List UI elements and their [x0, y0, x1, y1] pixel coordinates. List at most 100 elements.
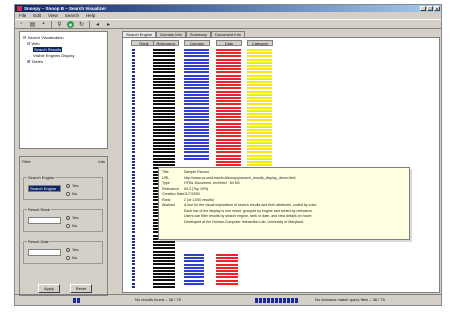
result-bar[interactable] — [153, 266, 175, 269]
engine-field[interactable]: Search Engine — [28, 185, 61, 192]
radio-yes[interactable]: Yes — [66, 215, 79, 220]
result-bar[interactable] — [132, 225, 135, 227]
result-bar[interactable] — [153, 55, 175, 58]
back-icon[interactable]: ◂ — [94, 21, 101, 28]
result-bar[interactable] — [132, 109, 135, 112]
menu-help[interactable]: Help — [86, 12, 95, 19]
result-bar[interactable] — [153, 52, 175, 55]
result-bar[interactable] — [184, 282, 204, 285]
result-bar[interactable] — [132, 266, 135, 269]
result-bar[interactable] — [216, 257, 238, 260]
result-bar[interactable] — [184, 141, 209, 144]
result-bar[interactable] — [247, 141, 272, 144]
result-bar[interactable] — [216, 103, 241, 106]
result-bar[interactable] — [184, 148, 209, 151]
forward-icon[interactable]: ▸ — [105, 21, 112, 28]
result-bar[interactable] — [153, 285, 175, 288]
result-bar[interactable] — [247, 71, 272, 74]
result-bar[interactable] — [216, 263, 238, 266]
result-bar[interactable] — [216, 100, 241, 103]
result-bar[interactable] — [216, 87, 241, 90]
open-icon[interactable]: ▤ — [29, 21, 36, 28]
result-bar[interactable] — [132, 87, 135, 90]
result-bar[interactable] — [216, 125, 241, 128]
result-bar[interactable] — [216, 135, 241, 138]
result-bar[interactable] — [247, 90, 272, 93]
result-bar[interactable] — [184, 71, 209, 74]
result-bar[interactable] — [153, 148, 175, 151]
result-bar[interactable] — [153, 122, 175, 125]
menu-edit[interactable]: Edit — [33, 12, 41, 19]
result-bar[interactable] — [132, 273, 135, 275]
minimize-button[interactable]: _ — [420, 6, 426, 11]
result-bar[interactable] — [184, 55, 209, 58]
result-bar[interactable] — [247, 161, 272, 163]
result-bar[interactable] — [153, 260, 175, 263]
result-bar[interactable] — [216, 164, 241, 167]
result-bar[interactable] — [153, 100, 175, 103]
result-bar[interactable] — [153, 244, 175, 247]
result-bar[interactable] — [153, 241, 175, 243]
result-bar[interactable] — [216, 154, 241, 157]
col-header-category[interactable]: Category — [247, 40, 273, 46]
result-bar[interactable] — [247, 138, 272, 141]
result-bar[interactable] — [153, 282, 175, 285]
menu-file[interactable]: File — [19, 12, 26, 19]
result-bar[interactable] — [132, 161, 135, 163]
menu-view[interactable]: View — [48, 12, 58, 19]
result-bar[interactable] — [216, 122, 241, 125]
result-bar[interactable] — [132, 49, 135, 51]
col-header-date[interactable]: Date — [216, 40, 242, 46]
result-bar[interactable] — [132, 122, 135, 125]
result-bar[interactable] — [184, 106, 209, 109]
result-bar[interactable] — [132, 93, 135, 96]
result-bar[interactable] — [216, 273, 238, 276]
new-icon[interactable]: ▫ — [18, 21, 25, 28]
result-bar[interactable] — [184, 52, 209, 55]
result-bar[interactable] — [216, 65, 241, 67]
result-bar[interactable] — [132, 221, 135, 224]
result-bar[interactable] — [132, 276, 135, 279]
result-bar[interactable] — [132, 234, 135, 237]
result-bar[interactable] — [247, 87, 272, 90]
save-icon[interactable]: ▪ — [40, 21, 47, 28]
result-bar[interactable] — [153, 61, 175, 64]
result-bar[interactable] — [132, 247, 135, 250]
result-bar[interactable] — [132, 250, 135, 253]
result-bar[interactable] — [184, 132, 209, 135]
result-bar[interactable] — [153, 97, 175, 99]
result-bar[interactable] — [132, 106, 135, 109]
result-bar[interactable] — [132, 157, 135, 160]
result-bar[interactable] — [216, 148, 241, 151]
result-bar[interactable] — [216, 270, 238, 272]
result-bar[interactable] — [153, 116, 175, 119]
result-bar[interactable] — [247, 119, 272, 122]
result-bar[interactable] — [184, 135, 209, 138]
result-bar[interactable] — [153, 90, 175, 93]
result-bar[interactable] — [132, 205, 135, 208]
result-bar[interactable] — [247, 145, 272, 147]
result-bar[interactable] — [216, 55, 241, 58]
result-bar[interactable] — [184, 151, 209, 154]
result-bar[interactable] — [216, 68, 241, 71]
result-bar[interactable] — [184, 157, 209, 160]
result-bar[interactable] — [153, 250, 175, 253]
result-bar[interactable] — [247, 129, 272, 131]
result-bar[interactable] — [132, 135, 135, 138]
result-bar[interactable] — [153, 113, 175, 115]
result-bar[interactable] — [132, 228, 135, 231]
result-bar[interactable] — [153, 161, 175, 163]
result-bar[interactable] — [247, 135, 272, 138]
result-bar[interactable] — [132, 55, 135, 58]
result-bar[interactable] — [132, 52, 135, 55]
result-bar[interactable] — [132, 97, 135, 99]
result-bar[interactable] — [153, 154, 175, 157]
result-bar[interactable] — [132, 71, 135, 74]
result-bar[interactable] — [247, 52, 272, 55]
col-header-relevance[interactable]: Relevance — [153, 40, 179, 46]
result-bar[interactable] — [216, 106, 241, 109]
result-bar[interactable] — [132, 103, 135, 106]
result-bar[interactable] — [153, 77, 175, 80]
result-bar[interactable] — [132, 58, 135, 61]
result-bar[interactable] — [153, 58, 175, 61]
